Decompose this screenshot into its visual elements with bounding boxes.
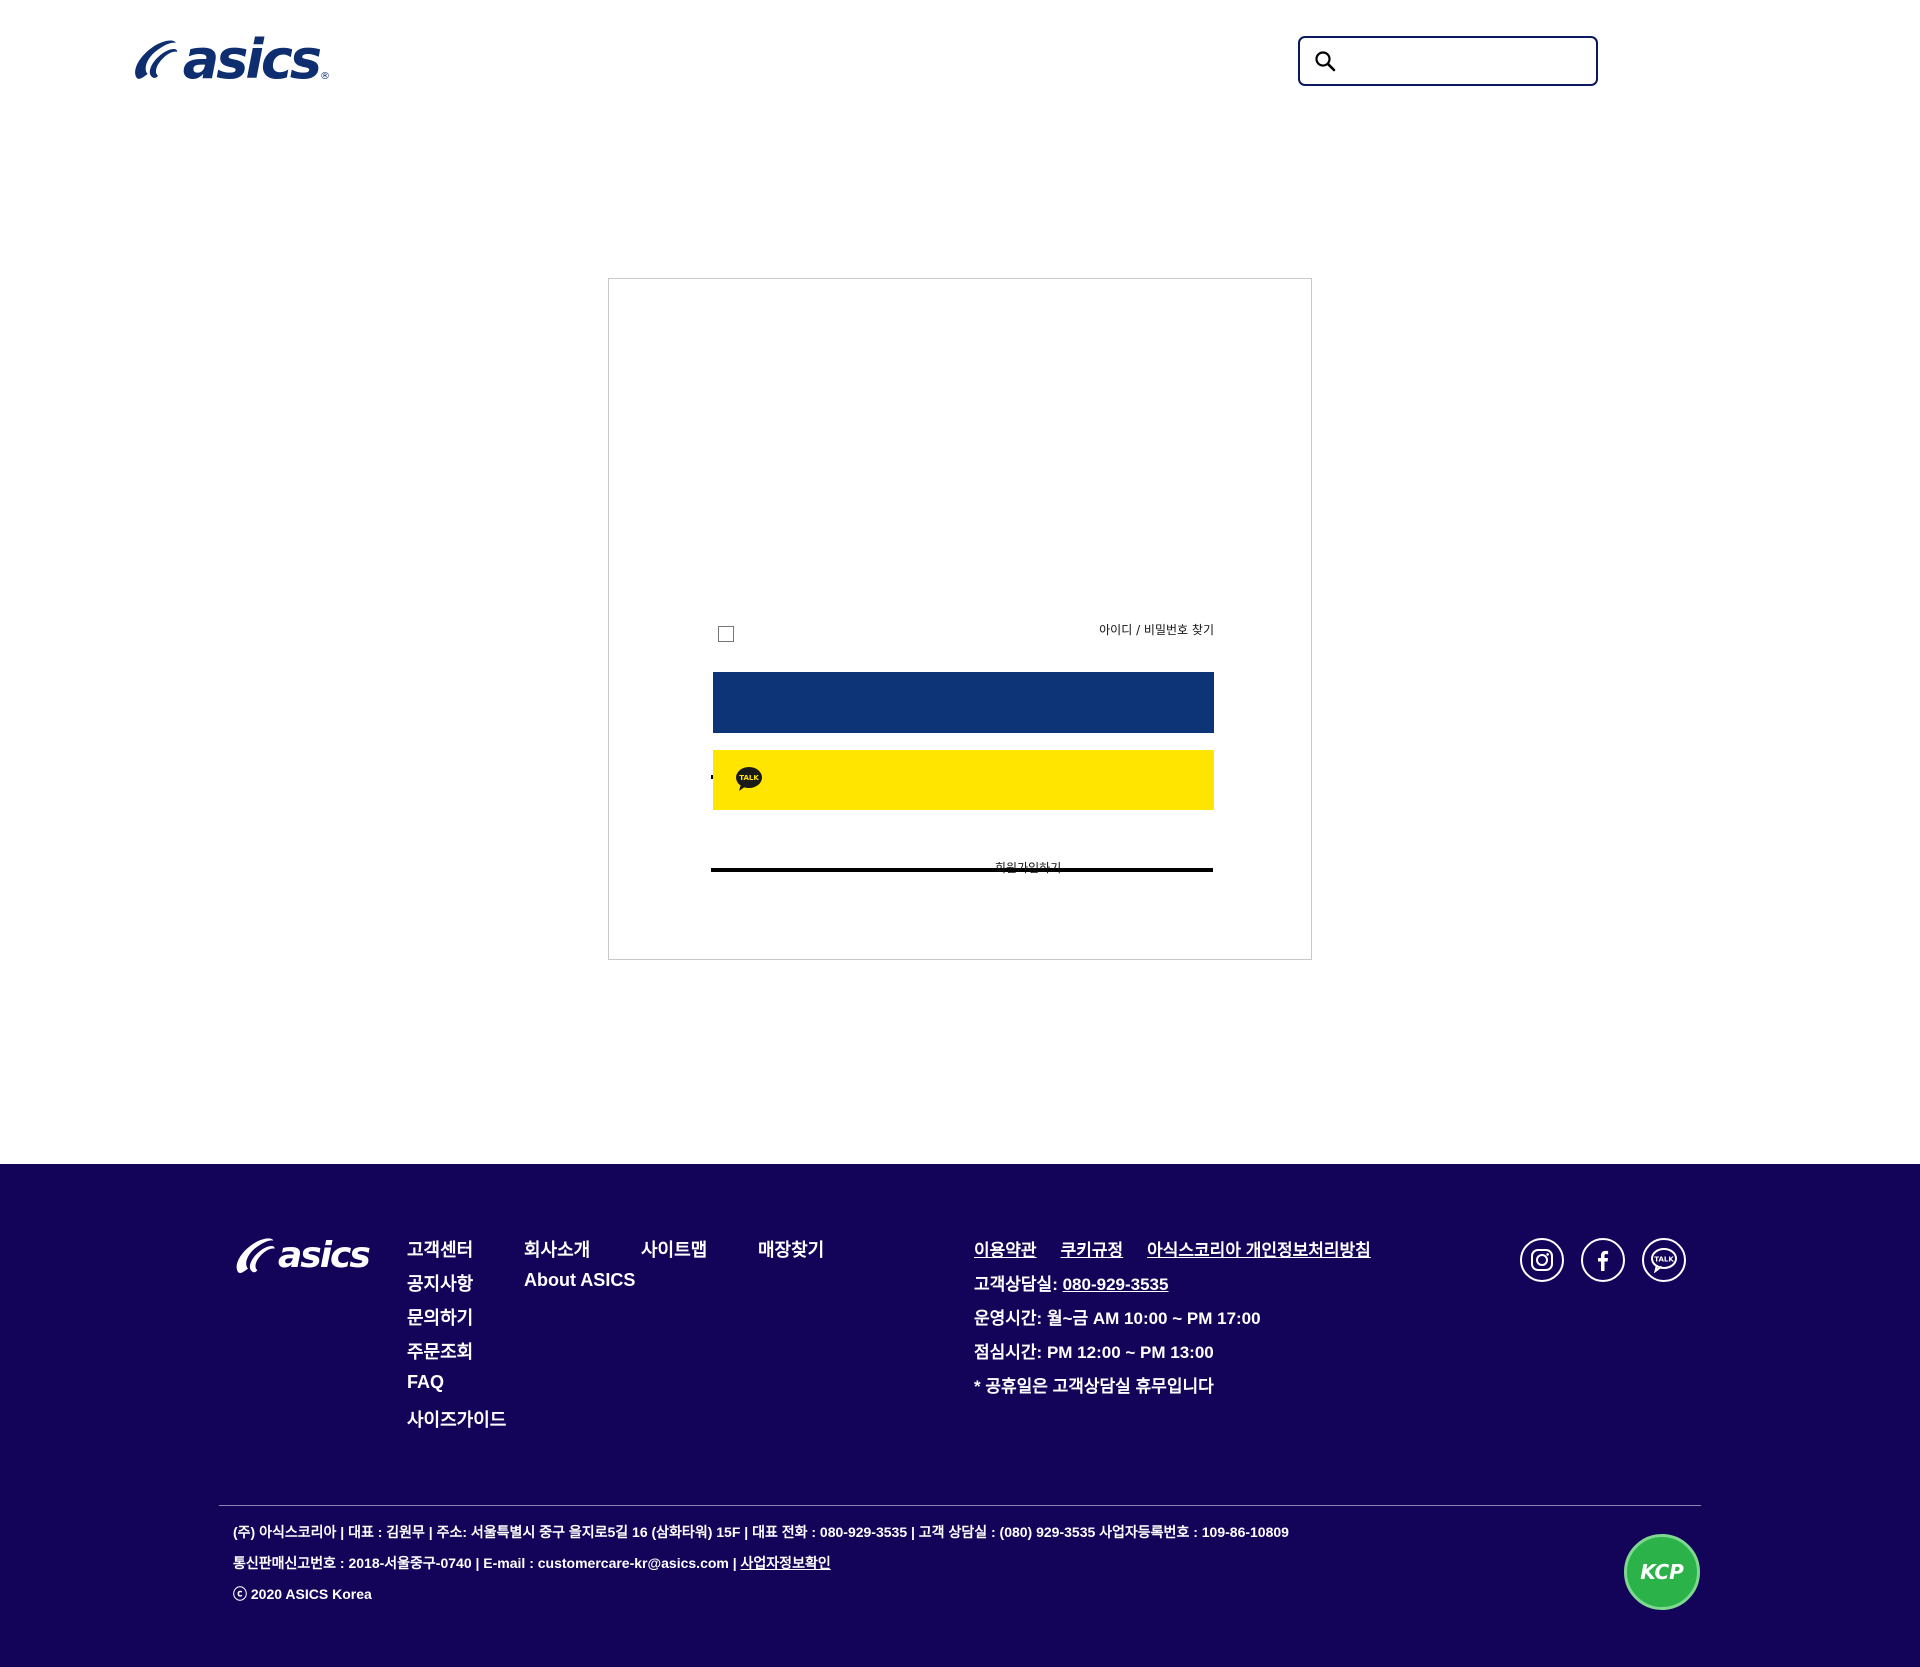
footer-link-size-guide[interactable]: 사이즈가이드 xyxy=(407,1410,506,1430)
find-id-password-link[interactable]: 아이디 / 비밀번호 찾기 xyxy=(1009,621,1214,638)
footer-divider xyxy=(219,1505,1701,1506)
business-info-line-2: 통신판매신고번호 : 2018-서울중구-0740 | E-mail : cus… xyxy=(233,1553,1289,1584)
footer-nav-customer: 고객센터 공지사항 문의하기 주문조회 FAQ 사이즈가이드 xyxy=(407,1236,506,1440)
footer-link-privacy-policy[interactable]: 아식스코리아 개인정보처리방침 xyxy=(1147,1241,1371,1260)
footer-business-info: (주) 아식스코리아 | 대표 : 김원무 | 주소: 서울특별시 중구 을지로… xyxy=(233,1522,1289,1615)
asics-stripe-icon xyxy=(236,1238,275,1274)
footer-link-sitemap[interactable]: 사이트맵 xyxy=(641,1240,707,1260)
footer-phone-line: 고객상담실: 080-929-3535 xyxy=(974,1270,1395,1304)
registered-mark: ® xyxy=(320,71,330,82)
footer-logo-wordmark: asics xyxy=(278,1235,371,1276)
footer-policy-links: 이용약관 쿠키규정 아식스코리아 개인정보처리방침 xyxy=(974,1236,1395,1270)
facebook-glyph xyxy=(1598,1250,1609,1271)
sign-up-link[interactable]: 회원가입하기 xyxy=(995,859,1061,876)
footer-link-terms[interactable]: 이용약관 xyxy=(974,1241,1037,1260)
footer-holiday-note: * 공휴일은 고객상담실 휴무입니다 xyxy=(974,1377,1214,1396)
footer-link-about-asics[interactable]: About ASICS xyxy=(524,1270,635,1290)
svg-text:TALK: TALK xyxy=(739,774,759,782)
footer-link-cookie-policy[interactable]: 쿠키규정 xyxy=(1061,1241,1124,1260)
footer-link-faq[interactable]: FAQ xyxy=(407,1372,444,1392)
footer-link-order-lookup[interactable]: 주문조회 xyxy=(407,1342,473,1362)
footer-contact-info: 이용약관 쿠키규정 아식스코리아 개인정보처리방침 고객상담실: 080-929-3… xyxy=(974,1236,1395,1406)
business-info-line-1: (주) 아식스코리아 | 대표 : 김원무 | 주소: 서울특별시 중구 을지로… xyxy=(233,1524,1289,1540)
kakaotalk-icon[interactable]: TALK xyxy=(1642,1238,1686,1282)
footer-link-notice[interactable]: 공지사항 xyxy=(407,1274,473,1294)
phone-label: 고객상담실: xyxy=(974,1275,1063,1294)
footer-link-customer-center[interactable]: 고객센터 xyxy=(407,1240,473,1260)
instagram-glyph xyxy=(1531,1249,1553,1271)
svg-text:TALK: TALK xyxy=(1654,1256,1674,1264)
password-input[interactable] xyxy=(711,832,1213,872)
kcp-escrow-badge[interactable]: KCP xyxy=(1624,1534,1700,1610)
footer-lunch-hours: 점심시간: PM 12:00 ~ PM 13:00 xyxy=(974,1343,1214,1362)
business-info-text: 통신판매신고번호 : 2018-서울중구-0740 | E-mail : cus… xyxy=(233,1555,741,1571)
instagram-icon[interactable] xyxy=(1520,1238,1564,1282)
login-panel: 아이디 / 비밀번호 찾기 TALK 회원가입하기 xyxy=(608,278,1312,960)
footer-asics-logo[interactable]: asics xyxy=(232,1234,371,1278)
footer-link-store-finder[interactable]: 매장찾기 xyxy=(758,1240,824,1260)
footer-link-company-intro[interactable]: 회사소개 xyxy=(524,1240,590,1260)
footer-link-inquiry[interactable]: 문의하기 xyxy=(407,1308,473,1328)
search-box[interactable] xyxy=(1298,36,1598,86)
search-icon[interactable] xyxy=(1314,50,1336,72)
kakaotalk-glyph: TALK xyxy=(1651,1248,1677,1273)
phone-number-link[interactable]: 080-929-3535 xyxy=(1063,1275,1169,1294)
asics-stripe-icon xyxy=(135,40,178,79)
footer-nav-sitemap: 사이트맵 xyxy=(641,1236,707,1270)
kakao-login-button[interactable]: TALK xyxy=(713,750,1214,810)
logo-wordmark: asics xyxy=(182,28,322,91)
kcp-badge-label: KCP xyxy=(1640,1560,1684,1584)
footer-nav-company: 회사소개 About ASICS xyxy=(524,1236,635,1304)
facebook-icon[interactable] xyxy=(1581,1238,1625,1282)
kakaotalk-icon: TALK xyxy=(736,767,762,791)
footer-hours: 운영시간: 월~금 AM 10:00 ~ PM 17:00 xyxy=(974,1309,1261,1328)
footer-nav-stores: 매장찾기 xyxy=(758,1236,824,1270)
copyright: ⓒ 2020 ASICS Korea xyxy=(233,1586,372,1602)
business-info-verify-link[interactable]: 사업자정보확인 xyxy=(741,1555,831,1571)
asics-logo[interactable]: asics ® xyxy=(130,26,330,94)
remember-id-checkbox[interactable] xyxy=(718,626,734,642)
search-input[interactable] xyxy=(1342,38,1596,84)
login-button[interactable] xyxy=(713,672,1214,733)
